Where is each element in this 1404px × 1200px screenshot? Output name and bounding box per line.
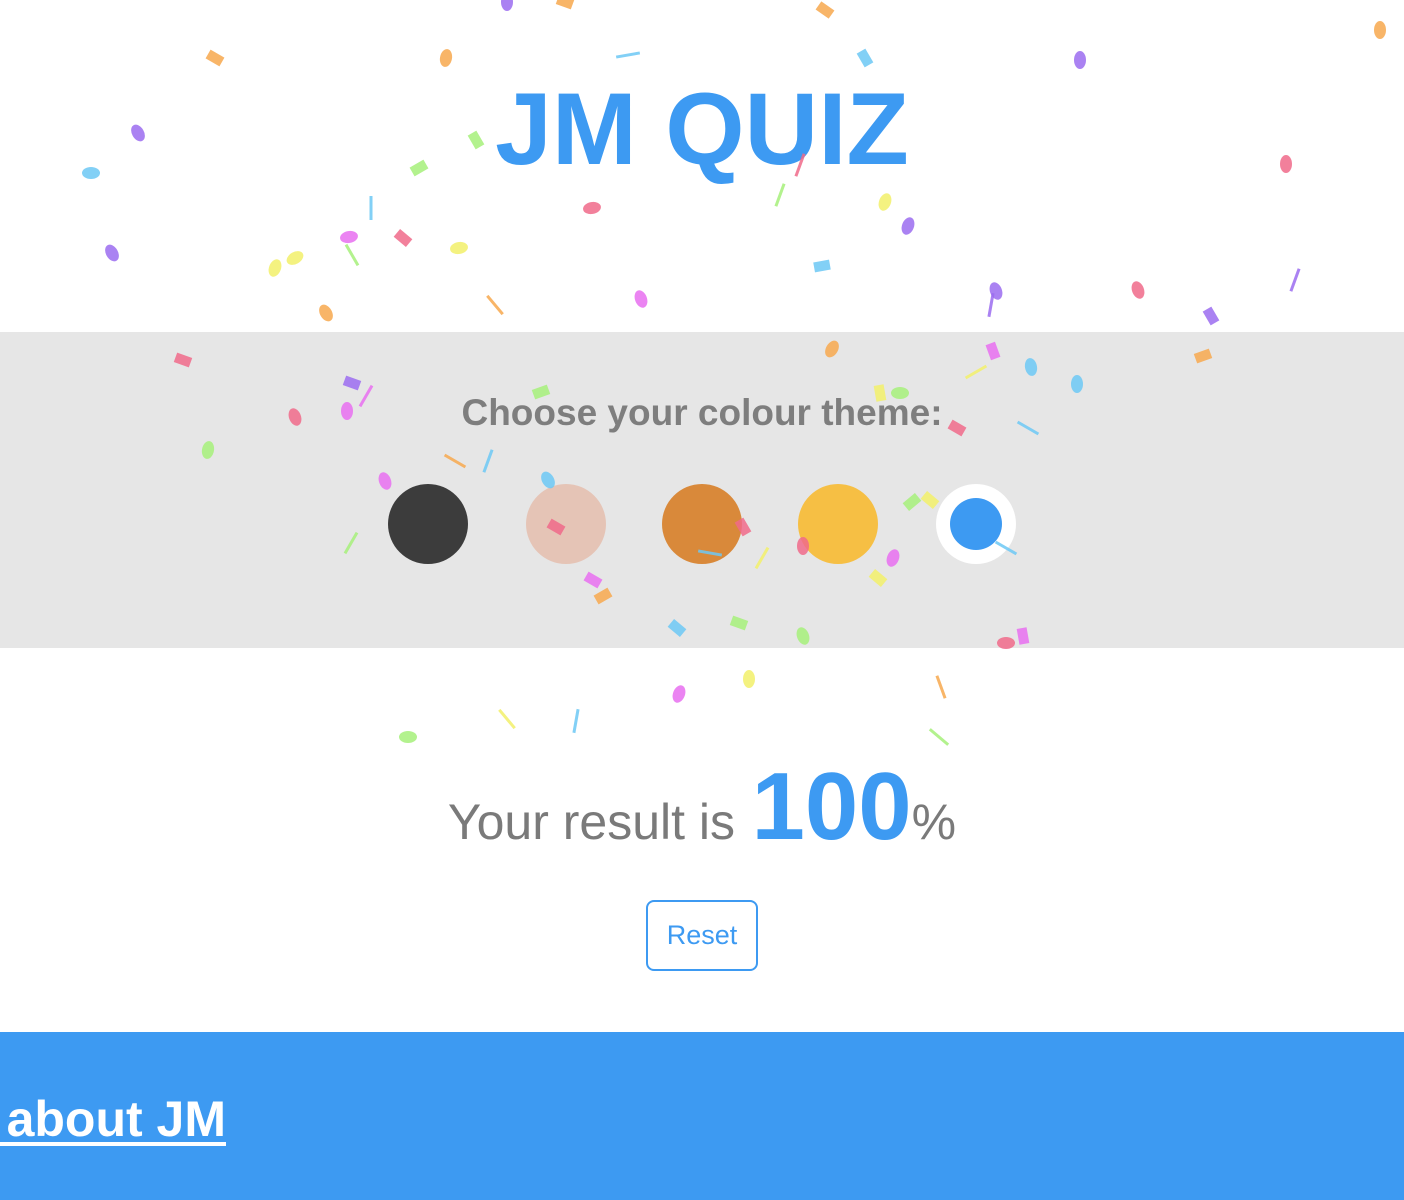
confetti-piece (205, 49, 225, 67)
theme-swatch-dark[interactable] (388, 484, 468, 564)
theme-picker-heading: Choose your colour theme: (461, 392, 943, 433)
confetti-piece (813, 259, 831, 273)
result-prefix: Your result is (447, 794, 736, 850)
confetti-piece (928, 728, 950, 746)
confetti-piece (369, 196, 373, 220)
confetti-piece (393, 229, 413, 247)
confetti-piece (105, 244, 119, 262)
result-line: Your result is 100% (0, 752, 1404, 862)
confetti-piece (901, 217, 915, 235)
footer: Find out about JM (0, 1032, 1404, 1200)
confetti-piece (935, 675, 947, 699)
confetti-piece (989, 282, 1003, 300)
confetti-piece (555, 0, 575, 10)
confetti-piece (344, 243, 360, 267)
theme-swatch-blue[interactable] (936, 484, 1016, 564)
confetti-piece (340, 230, 358, 244)
confetti-piece (498, 708, 516, 730)
confetti-piece (1131, 281, 1145, 299)
confetti-piece (1074, 51, 1086, 69)
confetti-piece (743, 670, 755, 688)
confetti-piece (399, 731, 417, 743)
confetti-piece (634, 290, 648, 308)
confetti-piece (268, 259, 282, 277)
theme-swatch-orange[interactable] (662, 484, 742, 564)
app-title: JM QUIZ (495, 72, 909, 186)
footer-about-link[interactable]: Find out about JM (0, 1090, 226, 1148)
result-score: 100 (751, 753, 912, 860)
confetti-piece (286, 251, 304, 265)
confetti-piece (1202, 306, 1220, 326)
confetti-piece (439, 49, 453, 67)
confetti-piece (450, 241, 468, 255)
confetti-piece (987, 292, 995, 318)
result-percent-sign: % (911, 794, 957, 850)
confetti-piece (878, 193, 892, 211)
theme-swatch-peach[interactable] (526, 484, 606, 564)
quiz-result-page: JM QUIZ Choose your colour theme: Your r… (0, 0, 1404, 1200)
theme-swatch-yellow[interactable] (798, 484, 878, 564)
confetti-piece (815, 1, 835, 19)
confetti-piece (501, 0, 513, 11)
confetti-piece (319, 304, 333, 322)
confetti-piece (856, 48, 874, 68)
confetti-piece (583, 201, 601, 215)
confetti-piece (615, 51, 641, 59)
confetti-piece (672, 685, 686, 703)
confetti-piece (486, 294, 504, 316)
confetti-piece (1374, 21, 1386, 39)
confetti-piece (1289, 268, 1301, 292)
confetti-piece (572, 708, 580, 734)
reset-button[interactable]: Reset (646, 900, 758, 971)
